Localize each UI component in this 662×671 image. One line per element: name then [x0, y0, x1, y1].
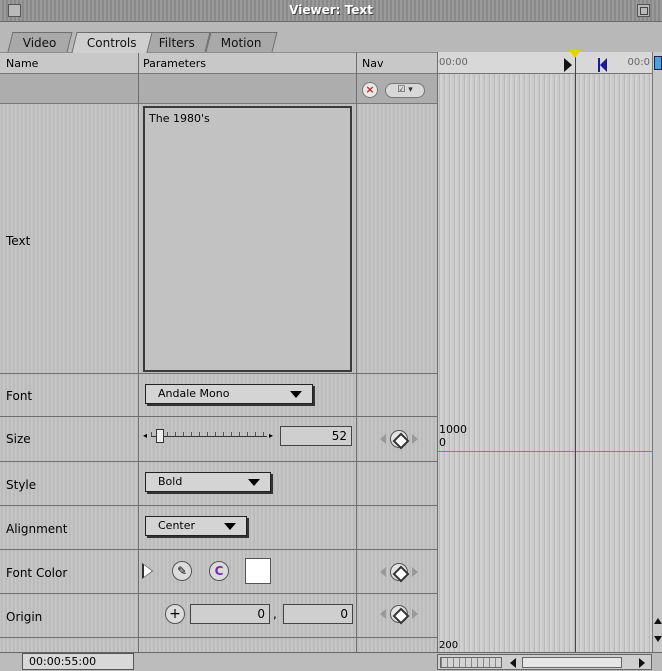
row-divider [0, 593, 437, 594]
font-popup[interactable]: Andale Mono [145, 384, 313, 404]
column-divider [138, 52, 139, 652]
popup-arrow-icon [248, 479, 260, 486]
origin-label: Origin [6, 610, 43, 624]
tab-bar: Video Controls Filters Motion [0, 22, 662, 53]
popup-arrow-icon [290, 391, 302, 398]
timeline-ruler[interactable]: 00:00 00:0 [437, 52, 652, 74]
playhead[interactable] [575, 52, 576, 652]
slider-left-arrow-icon[interactable]: ◂ [143, 431, 147, 440]
origin-y-field[interactable]: 0 [283, 604, 353, 624]
size-graph-max: 1000 [439, 423, 467, 436]
scroll-left-arrow-icon[interactable] [510, 658, 516, 668]
column-divider [437, 52, 438, 652]
scroll-track[interactable] [522, 657, 622, 668]
zoom-slider[interactable] [440, 657, 502, 668]
horizontal-scrollbar[interactable] [437, 654, 652, 670]
tab-controls[interactable]: Controls [71, 32, 153, 53]
text-label: Text [6, 234, 31, 248]
style-popup[interactable]: Bold [145, 472, 271, 492]
size-graph-min: 0 [439, 436, 446, 449]
keyframe-graph-area[interactable] [437, 74, 652, 652]
keyframe-diamond-icon[interactable] [376, 562, 422, 582]
color-wheel-icon[interactable]: C [209, 561, 229, 581]
zoom-box-icon[interactable] [637, 4, 650, 17]
scroll-right-arrow-icon[interactable] [639, 658, 645, 668]
playhead-handle-icon[interactable] [569, 50, 581, 58]
crosshair-icon[interactable]: + [165, 604, 185, 624]
alignment-label: Alignment [6, 522, 68, 536]
size-graph-line [437, 451, 652, 452]
row-divider [0, 416, 437, 417]
slider-track [151, 436, 267, 437]
font-color-label: Font Color [6, 566, 68, 580]
size-value-field[interactable]: 52 [280, 426, 352, 446]
tab-video[interactable]: Video [7, 32, 73, 52]
eyedropper-icon[interactable]: ✎ [172, 561, 192, 581]
keyframe-diamond-icon[interactable] [376, 604, 422, 624]
size-label: Size [6, 432, 31, 446]
font-color-swatch[interactable] [245, 558, 271, 584]
disclosure-triangle-fill [144, 565, 152, 577]
origin-x-field[interactable]: 0 [190, 604, 270, 624]
font-label: Font [6, 389, 33, 403]
font-popup-value: Andale Mono [158, 387, 230, 400]
text-input[interactable]: The 1980's [143, 106, 352, 372]
window-title: Viewer: Text [289, 3, 373, 17]
column-divider [356, 52, 357, 652]
tab-filters[interactable]: Filters [143, 32, 211, 52]
nav-menu-button[interactable]: ☑ ▾ [385, 83, 425, 98]
timeline-start: 00:00 [439, 57, 468, 68]
row-divider [0, 549, 437, 550]
row-divider [0, 505, 437, 506]
window-titlebar[interactable]: Viewer: Text [0, 0, 662, 22]
tab-motion[interactable]: Motion [205, 32, 278, 52]
popup-arrow-icon [224, 523, 236, 530]
scroll-up-arrow-icon[interactable] [654, 618, 662, 624]
scroll-thumb[interactable] [654, 56, 662, 70]
partial-graph-max: 200 [439, 640, 459, 651]
keyframe-diamond-icon[interactable] [376, 429, 422, 449]
size-slider[interactable]: ◂ ▸ [143, 428, 273, 444]
row-divider [0, 373, 437, 374]
column-parameters: Parameters [143, 57, 206, 70]
origin-separator: , [273, 607, 277, 621]
slider-right-arrow-icon[interactable]: ▸ [269, 431, 273, 440]
slider-thumb[interactable] [156, 429, 165, 443]
column-nav: Nav [362, 57, 384, 70]
row-divider [0, 637, 437, 638]
timecode-field[interactable]: 00:00:55:00 [22, 653, 134, 670]
style-label: Style [6, 478, 37, 492]
column-name: Name [6, 57, 39, 70]
row-divider [0, 461, 437, 462]
timeline-end: 00:0 [627, 57, 650, 68]
alignment-popup-value: Center [158, 519, 196, 532]
style-popup-value: Bold [158, 475, 183, 488]
out-point-arrow-icon [600, 58, 607, 72]
vertical-scrollbar[interactable] [652, 52, 662, 652]
in-point-marker-icon[interactable] [564, 58, 572, 72]
alignment-popup[interactable]: Center [145, 516, 247, 536]
scroll-down-arrow-icon[interactable] [654, 636, 662, 642]
reset-x-icon[interactable]: × [362, 82, 378, 98]
